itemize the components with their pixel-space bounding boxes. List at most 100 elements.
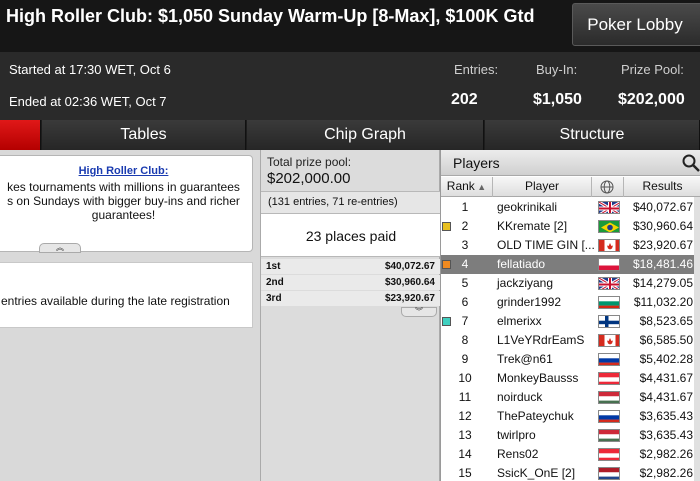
tournament-description: High Roller Club: kes tournaments with m… (0, 155, 253, 253)
description-line: guarantees! (91, 208, 156, 222)
buyin-label: Buy-In: (536, 62, 578, 77)
entries-value: 202 (451, 91, 478, 108)
country-column-header[interactable] (592, 177, 624, 197)
player-rank: 11 (458, 390, 472, 404)
globe-icon (600, 180, 614, 194)
player-result: $30,960.64 (632, 219, 693, 233)
player-name: jackziyang (497, 276, 554, 290)
player-rank: 14 (458, 447, 472, 461)
players-column-header: Rank ▲ Player Results (441, 177, 700, 197)
player-row[interactable]: 15 SsicK_OnE [2] $2,982.26 (441, 464, 700, 481)
players-scrollbar[interactable] (694, 197, 700, 481)
player-row[interactable]: 4 fellatiado $18,481.46 (441, 255, 700, 274)
description-title-link[interactable]: High Roller Club: (0, 165, 252, 177)
player-name: geokrinikali (497, 200, 558, 214)
player-row[interactable]: 11 noirduck $4,431.67 (441, 388, 700, 407)
player-result: $3,635.43 (639, 409, 693, 423)
description-line: kes tournaments with millions in guarant… (7, 180, 240, 194)
expand-chevron-icon[interactable]: ︾ (401, 307, 437, 317)
player-name: ThePateychuk (497, 409, 574, 423)
tab-bar: Tables Chip Graph Structure (0, 120, 700, 150)
player-rank: 13 (458, 428, 472, 442)
player-name: Trek@n61 (497, 352, 553, 366)
tab-tables[interactable]: Tables (42, 120, 246, 150)
player-rank: 4 (461, 257, 469, 271)
players-header: Players (441, 150, 700, 176)
player-result: $2,982.26 (639, 447, 693, 461)
rank-header-label: Rank (446, 179, 475, 193)
tournament-lobby-window: High Roller Club: $1,050 Sunday Warm-Up … (0, 0, 700, 481)
player-row[interactable]: 9 Trek@n61 $5,402.28 (441, 350, 700, 369)
collapse-chevron-icon[interactable]: ︽ (39, 243, 81, 253)
player-row[interactable]: 6 grinder1992 $11,032.20 (441, 293, 700, 312)
player-row[interactable]: 3 OLD TIME GIN [... $23,920.67 (441, 236, 700, 255)
austria-flag-icon (598, 448, 620, 461)
player-rank: 1 (461, 200, 469, 214)
player-result: $23,920.67 (632, 238, 693, 252)
netherlands-flag-icon (598, 467, 620, 480)
player-row[interactable]: 7 elmerixx $8,523.65 (441, 312, 700, 331)
payout-place: 1st (266, 261, 281, 272)
tournament-info-bar: Started at 17:30 WET, Oct 6 Ended at 02:… (0, 52, 700, 120)
entries-note: (131 entries, 71 re-entries) (261, 191, 441, 213)
player-rank: 7 (461, 314, 469, 328)
late-registration-info: entries available during the late regist… (0, 262, 253, 328)
prize-pool-panel: Total prize pool: $202,000.00 (131 entri… (260, 150, 441, 481)
payout-place: 3rd (266, 293, 282, 304)
tab-active-indicator[interactable] (0, 120, 41, 150)
player-row[interactable]: 2 KKremate [2] $30,960.64 (441, 217, 700, 236)
player-row[interactable]: 13 twirlpro $3,635.43 (441, 426, 700, 445)
player-name: Rens02 (497, 447, 539, 461)
payout-amount: $23,920.67 (384, 293, 435, 304)
title-bar: High Roller Club: $1,050 Sunday Warm-Up … (0, 0, 700, 52)
brazil-flag-icon (598, 220, 620, 233)
player-result: $40,072.67 (632, 200, 693, 214)
payout-row: 3rd $23,920.67 (261, 291, 441, 306)
total-prize-label: Total prize pool: (267, 155, 352, 169)
payout-row: 2nd $30,960.64 (261, 275, 441, 290)
player-row[interactable]: 5 jackziyang $14,279.05 (441, 274, 700, 293)
rank-column-header[interactable]: Rank ▲ (441, 177, 493, 197)
hungary-flag-icon (598, 429, 620, 442)
player-result: $4,431.67 (639, 390, 693, 404)
player-row[interactable]: 1 geokrinikali $40,072.67 (441, 198, 700, 217)
player-result: $18,481.46 (632, 257, 693, 271)
finland-flag-icon (598, 315, 620, 328)
poker-lobby-button[interactable]: Poker Lobby (572, 3, 700, 46)
players-panel: Players Rank ▲ Player Results 1 geokrinik… (440, 150, 700, 481)
places-paid: 23 places paid (261, 213, 441, 257)
player-rank: 15 (458, 466, 472, 480)
tab-structure[interactable]: Structure (485, 120, 700, 150)
player-rank: 10 (458, 371, 472, 385)
player-rank: 8 (461, 333, 469, 347)
search-icon[interactable] (681, 153, 700, 173)
player-result: $3,635.43 (639, 428, 693, 442)
player-row[interactable]: 12 ThePateychuk $3,635.43 (441, 407, 700, 426)
player-name: SsicK_OnE [2] (497, 466, 576, 480)
player-result: $5,402.28 (639, 352, 693, 366)
player-rank: 6 (461, 295, 469, 309)
late-registration-text: entries available during the late regist… (1, 294, 230, 308)
player-name: OLD TIME GIN [... (497, 238, 595, 252)
results-column-header[interactable]: Results (624, 177, 700, 197)
uk-flag-icon (598, 201, 620, 214)
payout-amount: $40,072.67 (384, 261, 435, 272)
total-prize-value: $202,000.00 (267, 170, 351, 187)
player-row[interactable]: 10 MonkeyBausss $4,431.67 (441, 369, 700, 388)
tab-chip-graph[interactable]: Chip Graph (247, 120, 484, 150)
payout-place: 2nd (266, 277, 284, 288)
player-column-header[interactable]: Player (493, 177, 592, 197)
player-row[interactable]: 8 L1VeYRdrEamS $6,585.50 (441, 331, 700, 350)
hungary-flag-icon (598, 391, 620, 404)
bulgaria-flag-icon (598, 296, 620, 309)
player-result: $11,032.20 (633, 295, 693, 309)
player-rank: 9 (461, 352, 469, 366)
player-name: fellatiado (497, 257, 546, 271)
start-time: Started at 17:30 WET, Oct 6 (9, 62, 171, 77)
tournament-title: High Roller Club: $1,050 Sunday Warm-Up … (6, 6, 535, 26)
uk-flag-icon (598, 277, 620, 290)
end-time: Ended at 02:36 WET, Oct 7 (9, 94, 167, 109)
player-name: L1VeYRdrEamS (497, 333, 585, 347)
player-row[interactable]: 14 Rens02 $2,982.26 (441, 445, 700, 464)
payout-row: 1st $40,072.67 (261, 259, 441, 274)
